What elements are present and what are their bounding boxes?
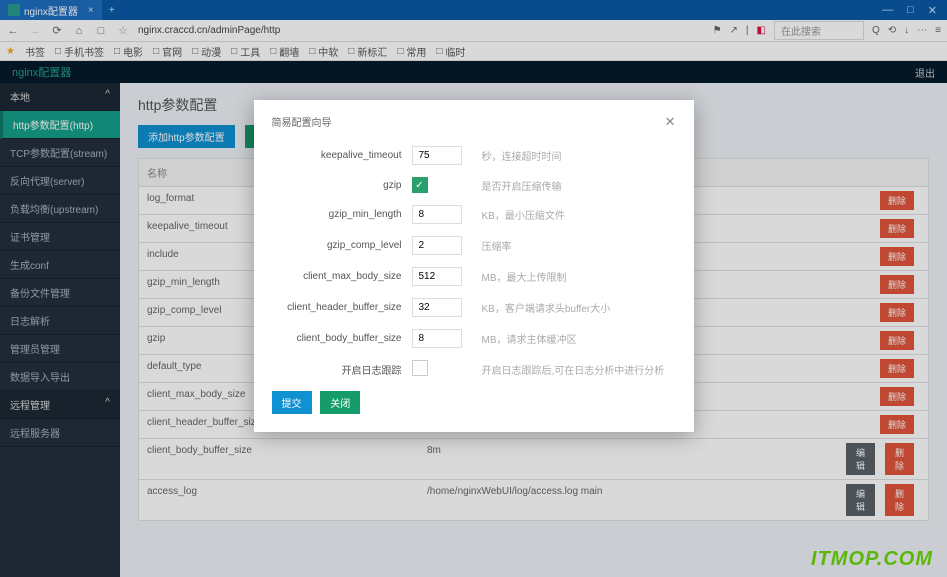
- modal-close-button[interactable]: 关闭: [320, 391, 360, 414]
- field-hint: 压缩率: [482, 238, 512, 253]
- field-input[interactable]: [412, 298, 462, 317]
- field-input[interactable]: [412, 267, 462, 286]
- field-hint: 是否开启压缩传输: [482, 178, 562, 193]
- field-input[interactable]: [412, 146, 462, 165]
- field-input[interactable]: [412, 205, 462, 224]
- field-label: client_body_buffer_size: [272, 333, 402, 344]
- field-label: client_header_buffer_size: [272, 302, 402, 313]
- modal-overlay: 简易配置向导 ✕ keepalive_timeout 秒，连接超时时间 gzip ✓ 是…: [0, 0, 947, 577]
- modal-submit-button[interactable]: 提交: [272, 391, 312, 414]
- checkbox-on-icon[interactable]: ✓: [412, 177, 428, 193]
- field-label: client_max_body_size: [272, 271, 402, 282]
- field-hint: MB，最大上传限制: [482, 269, 567, 284]
- form-row: gzip ✓ 是否开启压缩传输: [272, 177, 676, 193]
- field-input[interactable]: [412, 236, 462, 255]
- field-hint: 开启日志跟踪后,可在日志分析中进行分析: [482, 362, 665, 377]
- field-label: 开启日志跟踪: [272, 362, 402, 377]
- form-row: keepalive_timeout 秒，连接超时时间: [272, 146, 676, 165]
- field-input[interactable]: [412, 329, 462, 348]
- field-label: keepalive_timeout: [272, 150, 402, 161]
- form-row: gzip_comp_level 压缩率: [272, 236, 676, 255]
- form-row: client_header_buffer_size KB，客户端请求头buffer…: [272, 298, 676, 317]
- field-label: gzip: [272, 180, 402, 191]
- form-row: client_body_buffer_size MB，请求主体缓冲区: [272, 329, 676, 348]
- field-hint: MB，请求主体缓冲区: [482, 331, 577, 346]
- field-hint: 秒，连接超时时间: [482, 148, 562, 163]
- form-row: 开启日志跟踪 开启日志跟踪后,可在日志分析中进行分析: [272, 360, 676, 379]
- wizard-modal: 简易配置向导 ✕ keepalive_timeout 秒，连接超时时间 gzip ✓ 是…: [254, 100, 694, 432]
- form-row: client_max_body_size MB，最大上传限制: [272, 267, 676, 286]
- field-label: gzip_comp_level: [272, 240, 402, 251]
- form-row: gzip_min_length KB，最小压缩文件: [272, 205, 676, 224]
- field-label: gzip_min_length: [272, 209, 402, 220]
- field-hint: KB，最小压缩文件: [482, 207, 565, 222]
- field-hint: KB，客户端请求头buffer大小: [482, 300, 611, 315]
- watermark: ITMOP.COM: [811, 548, 933, 571]
- modal-close-icon[interactable]: ✕: [665, 114, 676, 130]
- modal-title: 简易配置向导: [272, 114, 332, 130]
- checkbox-off-icon[interactable]: [412, 360, 428, 376]
